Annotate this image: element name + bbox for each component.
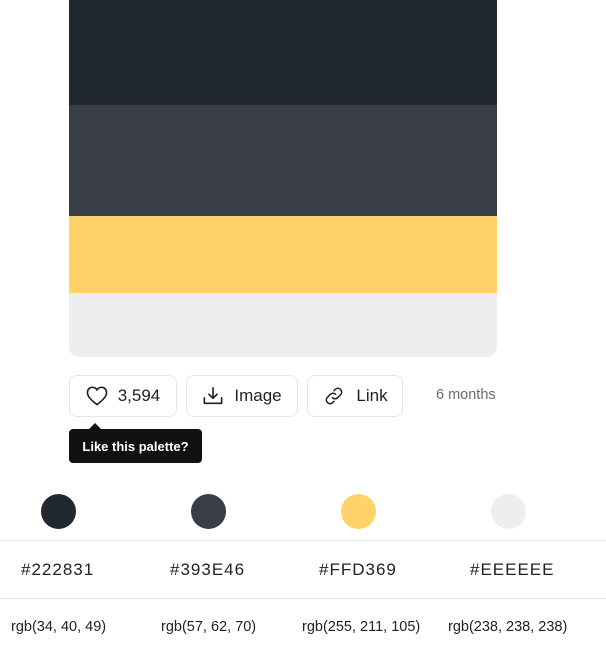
download-icon xyxy=(202,386,224,406)
hex-code[interactable]: #393E46 xyxy=(170,560,245,580)
swatch-1[interactable] xyxy=(69,0,497,105)
color-dot-4[interactable] xyxy=(491,494,526,529)
rgb-value[interactable]: rgb(255, 211, 105) xyxy=(302,619,420,635)
color-dot-1[interactable] xyxy=(41,494,76,529)
divider xyxy=(0,598,606,599)
swatch-2[interactable] xyxy=(69,105,497,216)
copy-link-button[interactable]: Link xyxy=(307,375,403,417)
rgb-value[interactable]: rgb(57, 62, 70) xyxy=(161,619,256,635)
time-ago: 6 months xyxy=(436,387,496,403)
heart-icon xyxy=(86,386,108,406)
hex-code[interactable]: #222831 xyxy=(21,560,94,580)
color-dot-2[interactable] xyxy=(191,494,226,529)
like-count: 3,594 xyxy=(117,386,161,405)
link-button-label: Link xyxy=(356,386,388,405)
color-dot-3[interactable] xyxy=(341,494,376,529)
hex-code[interactable]: #FFD369 xyxy=(319,560,397,580)
palette-card[interactable] xyxy=(69,0,497,357)
rgb-value[interactable]: rgb(34, 40, 49) xyxy=(11,619,106,635)
swatch-4[interactable] xyxy=(69,293,497,357)
swatch-3[interactable] xyxy=(69,216,497,293)
rgb-value[interactable]: rgb(238, 238, 238) xyxy=(448,619,567,635)
download-image-button[interactable]: Image xyxy=(186,375,298,417)
image-button-label: Image xyxy=(234,386,282,405)
divider xyxy=(0,540,606,541)
hex-code[interactable]: #EEEEEE xyxy=(470,560,555,580)
like-tooltip: Like this palette? xyxy=(69,429,202,463)
palette-page: 3,594 Image Link 6 months Like this pale… xyxy=(0,0,606,659)
like-button[interactable]: 3,594 xyxy=(69,375,177,417)
link-icon xyxy=(322,386,346,406)
